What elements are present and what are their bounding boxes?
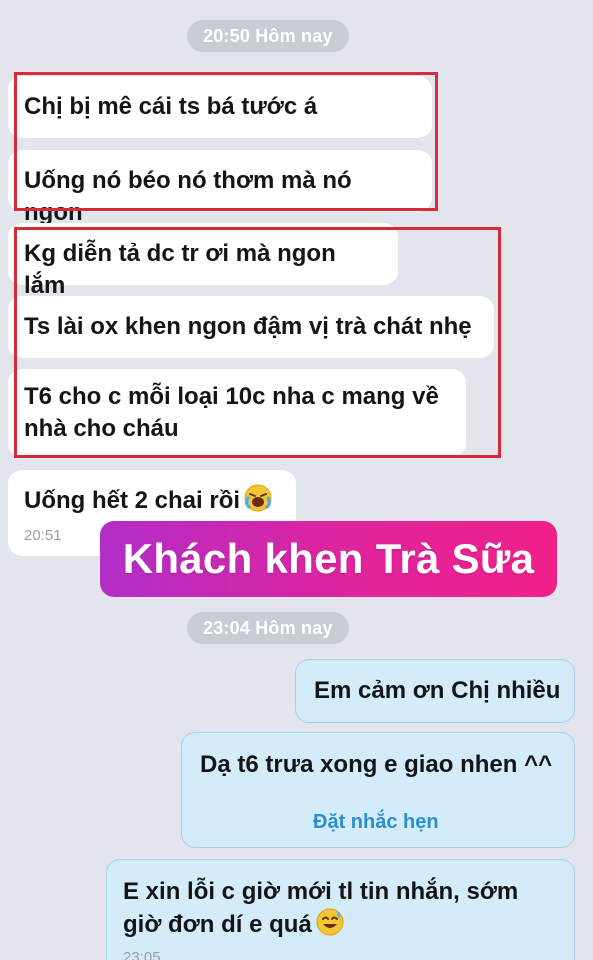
chat-window: 20:50 Hôm nay Chị bị mê cái ts bá tước á… [0, 0, 593, 960]
set-reminder-link[interactable]: Đặt nhắc hẹn [313, 811, 439, 834]
time-separator: 23:04 Hôm nay [187, 612, 349, 644]
message-text-content: Uống hết 2 chai rồi [24, 487, 241, 514]
incoming-message[interactable]: T6 cho c mỗi loại 10c nha c mang về nhà … [8, 369, 466, 457]
message-timestamp: 23:05 [123, 949, 161, 960]
outgoing-message[interactable]: Em cảm ơn Chị nhiều [295, 659, 575, 723]
outgoing-message[interactable]: E xin lỗi c giờ mới tl tin nhắn, sớm giờ… [106, 859, 575, 960]
time-separator: 20:50 Hôm nay [187, 20, 349, 52]
message-text: Chị bị mê cái ts bá tước á [24, 93, 318, 120]
message-text: Kg diễn tả dc tr ơi mà ngon lắm [24, 240, 336, 299]
message-text: Uống hết 2 chai rồi [24, 484, 280, 517]
incoming-message[interactable]: Chị bị mê cái ts bá tước á [8, 76, 432, 138]
message-text: E xin lỗi c giờ mới tl tin nhắn, sớm giờ… [123, 876, 563, 941]
message-text: Uống nó béo nó thơm mà nó ngon [24, 167, 352, 226]
laughing-crying-face-icon [244, 484, 272, 512]
incoming-message[interactable]: Uống nó béo nó thơm mà nó ngon [8, 150, 432, 226]
message-text: Ts lài ox khen ngon đậm vị trà chát nhẹ [24, 313, 472, 340]
message-text: Dạ t6 trưa xong e giao nhen ^^ [200, 751, 553, 778]
message-text: Em cảm ơn Chị nhiều [314, 677, 561, 704]
message-text: T6 cho c mỗi loại 10c nha c mang về nhà … [24, 383, 439, 442]
incoming-message[interactable]: Ts lài ox khen ngon đậm vị trà chát nhẹ [8, 296, 494, 358]
sweat-smile-face-icon [316, 908, 344, 936]
incoming-message[interactable]: Kg diễn tả dc tr ơi mà ngon lắm [8, 223, 398, 299]
overlay-sticker-caption: Khách khen Trà Sữa [100, 521, 557, 597]
